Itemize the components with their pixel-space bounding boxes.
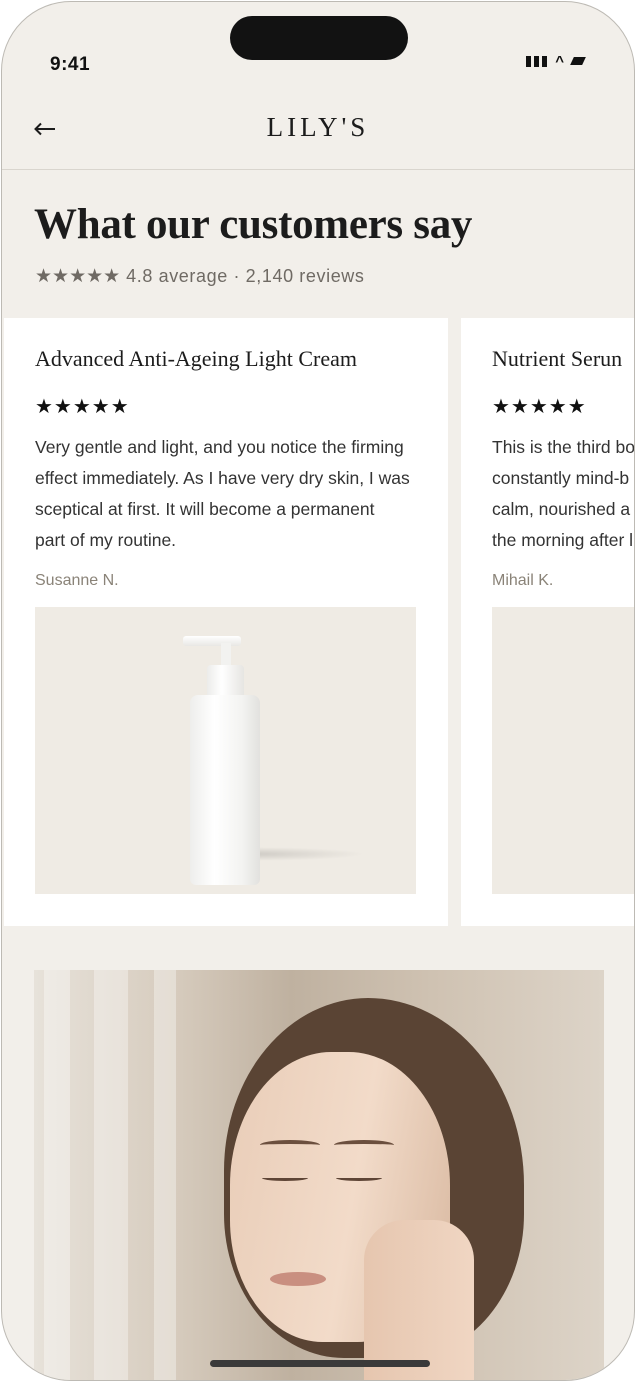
signal-icon [526, 56, 548, 67]
hand-image [364, 1220, 474, 1380]
review-product-title: Advanced Anti-Ageing Light Cream [35, 346, 357, 371]
review-product-title: Nutrient Serun [492, 346, 623, 371]
review-author: Susanne N. [35, 572, 119, 589]
dynamic-island [230, 16, 408, 60]
brand-logo[interactable]: LILY'S [2, 112, 634, 143]
rating-stars: ★★★★★ [35, 266, 121, 287]
home-indicator[interactable] [210, 1360, 430, 1367]
battery-icon [570, 57, 586, 65]
review-card[interactable]: Nutrient Serun ★★★★★ This is the third b… [461, 318, 634, 926]
product-image [492, 607, 634, 894]
rating-summary: ★★★★★ 4.8 average · 2,140 reviews [35, 265, 365, 288]
wifi-icon: ^ [555, 53, 564, 70]
review-author: Mihail K. [492, 572, 554, 589]
hero-photo [34, 970, 604, 1380]
product-image [35, 607, 416, 894]
review-stars: ★★★★★ [492, 396, 587, 418]
reviews-carousel[interactable]: Advanced Anti-Ageing Light Cream ★★★★★ V… [2, 318, 634, 926]
review-text: Very gentle and light, and you notice th… [35, 437, 410, 550]
review-card[interactable]: Advanced Anti-Ageing Light Cream ★★★★★ V… [4, 318, 448, 926]
status-icons: ^ [526, 53, 586, 70]
rating-text: 4.8 average · 2,140 reviews [126, 266, 365, 286]
phone-frame: 9:41 ^ LILY'S What our customers say ★★★… [1, 1, 635, 1381]
status-time: 9:41 [50, 54, 91, 75]
top-nav: LILY'S [2, 92, 634, 170]
pump-bottle-image [190, 695, 260, 885]
review-stars: ★★★★★ [35, 396, 130, 418]
review-text: This is the third bo constantly mind-b c… [492, 437, 634, 550]
page-title: What our customers say [34, 201, 473, 248]
